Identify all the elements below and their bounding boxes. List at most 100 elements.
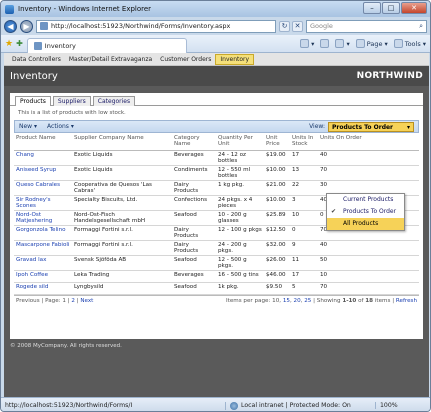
tab-strip: Products Suppliers Categories xyxy=(10,93,423,106)
page-title: Inventory xyxy=(10,70,58,82)
product-name-link[interactable]: Gravad lax xyxy=(14,255,72,271)
view-value: Products To Order xyxy=(332,123,394,131)
home-button[interactable]: ▾ xyxy=(300,39,314,48)
previous-link[interactable]: Previous xyxy=(16,298,40,304)
pager: Previous | Page: 1 | 2 | Next Items per … xyxy=(14,294,419,306)
refresh-icon[interactable]: ↻ xyxy=(279,20,290,32)
view-selector: View: Products To Order ▾ xyxy=(309,121,414,132)
table-cell: 17 xyxy=(290,150,318,166)
product-name-link[interactable]: Aniseed Syrup xyxy=(14,165,72,181)
stop-icon[interactable]: ✕ xyxy=(292,20,303,32)
page-menu[interactable]: Page ▾ xyxy=(355,39,388,48)
tab-categories[interactable]: Categories xyxy=(92,96,136,106)
view-option[interactable]: Current Products xyxy=(327,194,404,206)
table-cell: 10 xyxy=(290,210,318,226)
feeds-button[interactable] xyxy=(320,39,330,48)
table-cell: $12.50 xyxy=(264,225,290,241)
product-name-link[interactable]: Sir Rodney's Scones xyxy=(14,195,72,211)
page-2-link[interactable]: 2 xyxy=(71,298,75,304)
table-cell: Beverages xyxy=(172,270,216,283)
site-menu-item[interactable]: Data Controllers xyxy=(8,55,65,64)
page-size-25[interactable]: 25 xyxy=(304,298,311,304)
window-controls: – □ ✕ xyxy=(363,2,427,14)
table-cell: 16 - 500 g tins xyxy=(216,270,264,283)
column-header[interactable]: Units In Stock xyxy=(290,133,318,151)
table-cell: 1k pkg. xyxy=(216,282,264,295)
url-field[interactable]: http://localhost:51923/Northwind/Forms/I… xyxy=(36,19,276,33)
print-button[interactable]: ▾ xyxy=(335,39,350,48)
refresh-link[interactable]: Refresh xyxy=(396,298,417,304)
table-cell: Seafood xyxy=(172,282,216,295)
maximize-button[interactable]: □ xyxy=(382,2,400,14)
table-row[interactable]: Rogede sild Lyngbysild Seafood 1k pkg. $9.50… xyxy=(14,282,419,295)
table-row[interactable]: Ipoh Coffee Leka Trading Beverages 16 - 500… xyxy=(14,270,419,283)
table-cell: 12 - 100 g pkgs xyxy=(216,225,264,241)
page-menu-icon xyxy=(355,39,365,48)
address-icons: ↻ ✕ xyxy=(279,20,303,32)
table-cell: $26.00 xyxy=(264,255,290,271)
view-option[interactable]: Products To Order xyxy=(327,206,404,218)
table-cell: 10 - 200 g glasses xyxy=(216,210,264,226)
product-name-link[interactable]: Chang xyxy=(14,150,72,166)
view-option[interactable]: All Products xyxy=(327,218,404,230)
page-size-10[interactable]: 10 xyxy=(272,298,279,304)
url-text: http://localhost:51923/Northwind/Forms/I… xyxy=(51,22,231,30)
product-name-link[interactable]: Queso Cabrales xyxy=(14,180,72,196)
product-name-link[interactable]: Mascarpone Fabioli xyxy=(14,240,72,256)
column-header[interactable]: Unit Price xyxy=(264,133,290,151)
site-menu-item[interactable]: Master/Detail Extravaganza xyxy=(65,55,156,64)
table-cell: 3 xyxy=(290,195,318,211)
minimize-button[interactable]: – xyxy=(363,2,381,14)
actions-menu-button[interactable]: Actions xyxy=(47,123,74,130)
column-header[interactable]: Category Name xyxy=(172,133,216,151)
page-size-20[interactable]: 20 xyxy=(294,298,301,304)
page-header: Inventory NORTHWIND xyxy=(4,66,429,86)
table-cell: 10 xyxy=(318,270,419,283)
column-header[interactable]: Units On Order xyxy=(318,133,419,151)
table-row[interactable]: Gravad lax Svensk Sjöföda AB Seafood 12 - 5… xyxy=(14,255,419,271)
table-cell: Specialty Biscuits, Ltd. xyxy=(72,195,172,211)
page-size-15[interactable]: 15 xyxy=(283,298,290,304)
pager-right: Items per page: 10, 15, 20, 25 | Showing… xyxy=(226,297,417,304)
tab-favicon xyxy=(33,41,42,50)
new-menu-button[interactable]: New xyxy=(19,123,37,130)
add-favorite-icon[interactable]: ✚ xyxy=(16,39,23,48)
close-button[interactable]: ✕ xyxy=(401,2,427,14)
table-row[interactable]: Chang Exotic Liquids Beverages 24 - 12 oz b… xyxy=(14,150,419,166)
next-link[interactable]: Next xyxy=(80,298,93,304)
column-header[interactable]: Supplier Company Name xyxy=(72,133,172,151)
product-name-link[interactable]: Nord-Ost Matjeshering xyxy=(14,210,72,226)
page-1[interactable]: 1 xyxy=(62,298,66,304)
product-name-link[interactable]: Rogede sild xyxy=(14,282,72,295)
command-buttons: ▾ ▾ Page ▾ Tools ▾ xyxy=(300,39,426,48)
back-button[interactable]: ◀ xyxy=(4,19,17,33)
product-name-link[interactable]: Ipoh Coffee xyxy=(14,270,72,283)
search-input[interactable]: Google ⌕ xyxy=(306,19,427,33)
zoom-level[interactable]: 100% xyxy=(375,402,398,409)
table-cell: 40 xyxy=(318,240,419,256)
favorites-icon[interactable]: ★ xyxy=(5,39,13,49)
browser-tab[interactable]: Inventory xyxy=(26,37,187,53)
table-cell: $21.00 xyxy=(264,180,290,196)
status-bar: http://localhost:51923/Northwind/Forms/I… xyxy=(1,397,430,411)
forward-button[interactable]: ▶ xyxy=(20,19,33,33)
view-dropdown[interactable]: Products To Order ▾ xyxy=(328,121,414,132)
site-menu-item[interactable]: Inventory xyxy=(215,53,255,65)
table-row[interactable]: Aniseed Syrup Exotic Liquids Condiments 12 … xyxy=(14,165,419,181)
showing-range: 1-10 xyxy=(342,297,357,304)
column-header[interactable]: Product Name xyxy=(14,133,72,151)
table-cell: 17 xyxy=(290,270,318,283)
tab-products[interactable]: Products xyxy=(15,96,51,106)
table-cell: 24 - 200 g pkgs. xyxy=(216,240,264,256)
site-menu-item[interactable]: Customer Orders xyxy=(156,55,215,64)
product-name-link[interactable]: Gorgonzola Telino xyxy=(14,225,72,241)
table-cell: Svensk Sjöföda AB xyxy=(72,255,172,271)
table-row[interactable]: Mascarpone Fabioli Formaggi Fortini s.r.l… xyxy=(14,240,419,256)
tools-menu[interactable]: Tools ▾ xyxy=(393,39,426,48)
search-icon[interactable]: ⌕ xyxy=(419,22,423,31)
table-cell: $10.00 xyxy=(264,165,290,181)
table-cell: 40 xyxy=(318,150,419,166)
tab-suppliers[interactable]: Suppliers xyxy=(52,96,91,106)
column-header[interactable]: Quantity Per Unit xyxy=(216,133,264,151)
table-cell: Formaggi Fortini s.r.l. xyxy=(72,240,172,256)
